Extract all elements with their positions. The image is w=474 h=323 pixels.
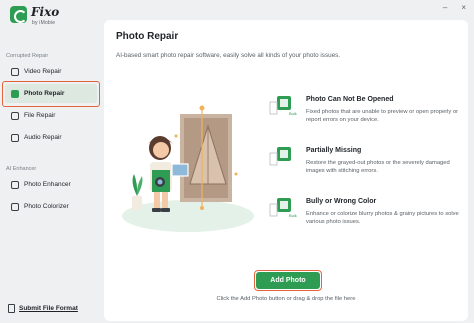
- feature-title: Photo Can Not Be Opened: [306, 96, 394, 103]
- sidebar-item-label: Photo Enhancer: [24, 181, 71, 188]
- app-sub: by iMobie: [32, 20, 56, 26]
- video-icon: [11, 67, 19, 76]
- photo-repair-illustration: [122, 105, 254, 232]
- sidebar: Fixo by iMobie Corrupted Repair Video Re…: [0, 0, 104, 323]
- sidebar-item-audio-repair[interactable]: Audio Repair: [5, 128, 97, 147]
- document-icon: [7, 304, 15, 313]
- main-panel: Photo Repair AI-based smart photo repair…: [104, 20, 468, 321]
- selection-highlight: [2, 81, 100, 107]
- bulk-label: Bulk: [289, 111, 297, 116]
- app-name: Fixo: [31, 5, 60, 19]
- section-label-corrupted-repair: Corrupted Repair: [6, 53, 49, 59]
- sidebar-item-label: Audio Repair: [24, 134, 62, 141]
- feature-title: Bully or Wrong Color: [306, 198, 377, 205]
- feature-description: Restore the grayed-out photos or the sev…: [306, 160, 450, 175]
- sidebar-item-photo-colorizer[interactable]: Photo Colorizer: [5, 197, 97, 216]
- photo-thumbnail-icon: [269, 147, 291, 166]
- sidebar-item-label: File Repair: [24, 112, 56, 119]
- page-subtitle: AI-based smart photo repair software, ea…: [116, 52, 340, 59]
- file-icon: [11, 111, 19, 120]
- section-label-ai-enhancer: AI Enhancer: [6, 166, 37, 172]
- enhancer-icon: [11, 180, 19, 189]
- sidebar-item-video-repair[interactable]: Video Repair: [5, 62, 97, 81]
- app-logo: Fixo by iMobie: [10, 3, 90, 33]
- audio-icon: [11, 133, 19, 142]
- window-controls: – ×: [443, 3, 466, 12]
- minimize-button[interactable]: –: [443, 3, 447, 12]
- feature-description: Fixed photos that are unable to preview …: [306, 109, 459, 124]
- fixo-logo-icon: [10, 6, 27, 23]
- submit-file-format-link[interactable]: Submit File Format: [7, 304, 78, 313]
- close-button[interactable]: ×: [461, 3, 466, 12]
- sidebar-item-label: Video Repair: [24, 68, 62, 75]
- feature-description: Enhance or colorize blurry photos & grai…: [306, 211, 459, 226]
- sidebar-item-label: Photo Colorizer: [24, 203, 69, 210]
- drop-hint: Click the Add Photo button or drag & dro…: [216, 296, 356, 302]
- feature-title: Partially Missing: [306, 147, 362, 154]
- bulk-label: Bulk: [289, 213, 297, 218]
- sidebar-item-file-repair[interactable]: File Repair: [5, 106, 97, 125]
- photo-thumbnail-icon: Bulk: [269, 198, 297, 218]
- page-title: Photo Repair: [116, 31, 179, 42]
- colorizer-icon: [11, 202, 19, 211]
- footer-link-label: Submit File Format: [19, 304, 78, 312]
- photo-thumbnail-icon: Bulk: [269, 96, 297, 116]
- sidebar-item-photo-enhancer[interactable]: Photo Enhancer: [5, 175, 97, 194]
- add-photo-button[interactable]: Add Photo: [256, 272, 320, 289]
